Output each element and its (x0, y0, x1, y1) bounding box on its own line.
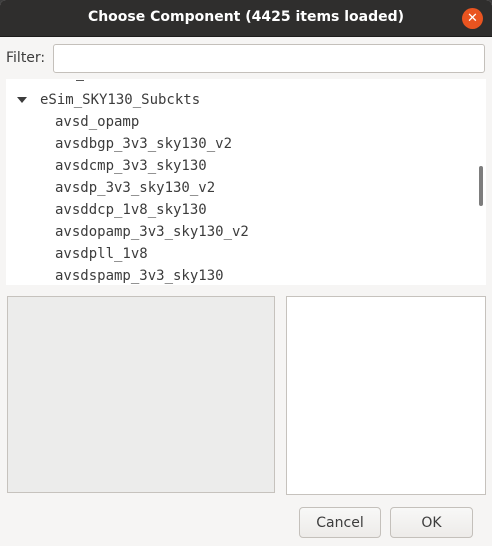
tree-item[interactable]: avsdcmp_3v3_sky130 (55, 158, 207, 174)
tree-item[interactable]: avsdpll_1v8 (55, 246, 148, 262)
tree-item[interactable]: avsddcp_1v8_sky130 (55, 202, 207, 218)
close-button[interactable]: ✕ (462, 8, 483, 29)
title-bar: Choose Component (4425 items loaded) ✕ (0, 0, 492, 37)
tree-item[interactable]: avsdbgp_3v3_sky130_v2 (55, 136, 232, 152)
tree-item[interactable]: avsdp_3v3_sky130_v2 (55, 180, 215, 196)
ok-button[interactable]: OK (390, 507, 473, 538)
tree-scrollbar-thumb[interactable] (479, 166, 483, 206)
filter-label: Filter: (6, 50, 46, 66)
choose-component-dialog: Choose Component (4425 items loaded) ✕ F… (0, 0, 492, 546)
tree-group-esim-sky130-subckts[interactable]: eSim_SKY130_Subckts (40, 92, 200, 108)
tree-item[interactable]: avsdopamp_3v3_sky130_v2 (55, 224, 249, 240)
partial-row-fragment (76, 79, 84, 81)
close-icon: ✕ (467, 11, 478, 26)
tree-item[interactable]: avsdspamp_3v3_sky130 (55, 268, 224, 284)
window-title: Choose Component (4425 items loaded) (87, 9, 405, 25)
tree-item[interactable]: avsd_opamp (55, 114, 139, 130)
component-tree[interactable]: eSim_SKY130_Subckts avsd_opamp avsdbgp_3… (6, 79, 486, 285)
cancel-button[interactable]: Cancel (299, 507, 381, 538)
expander-triangle-icon[interactable] (17, 97, 27, 103)
filter-input[interactable] (53, 44, 485, 73)
details-pane (286, 296, 486, 495)
symbol-preview-pane (7, 296, 275, 493)
